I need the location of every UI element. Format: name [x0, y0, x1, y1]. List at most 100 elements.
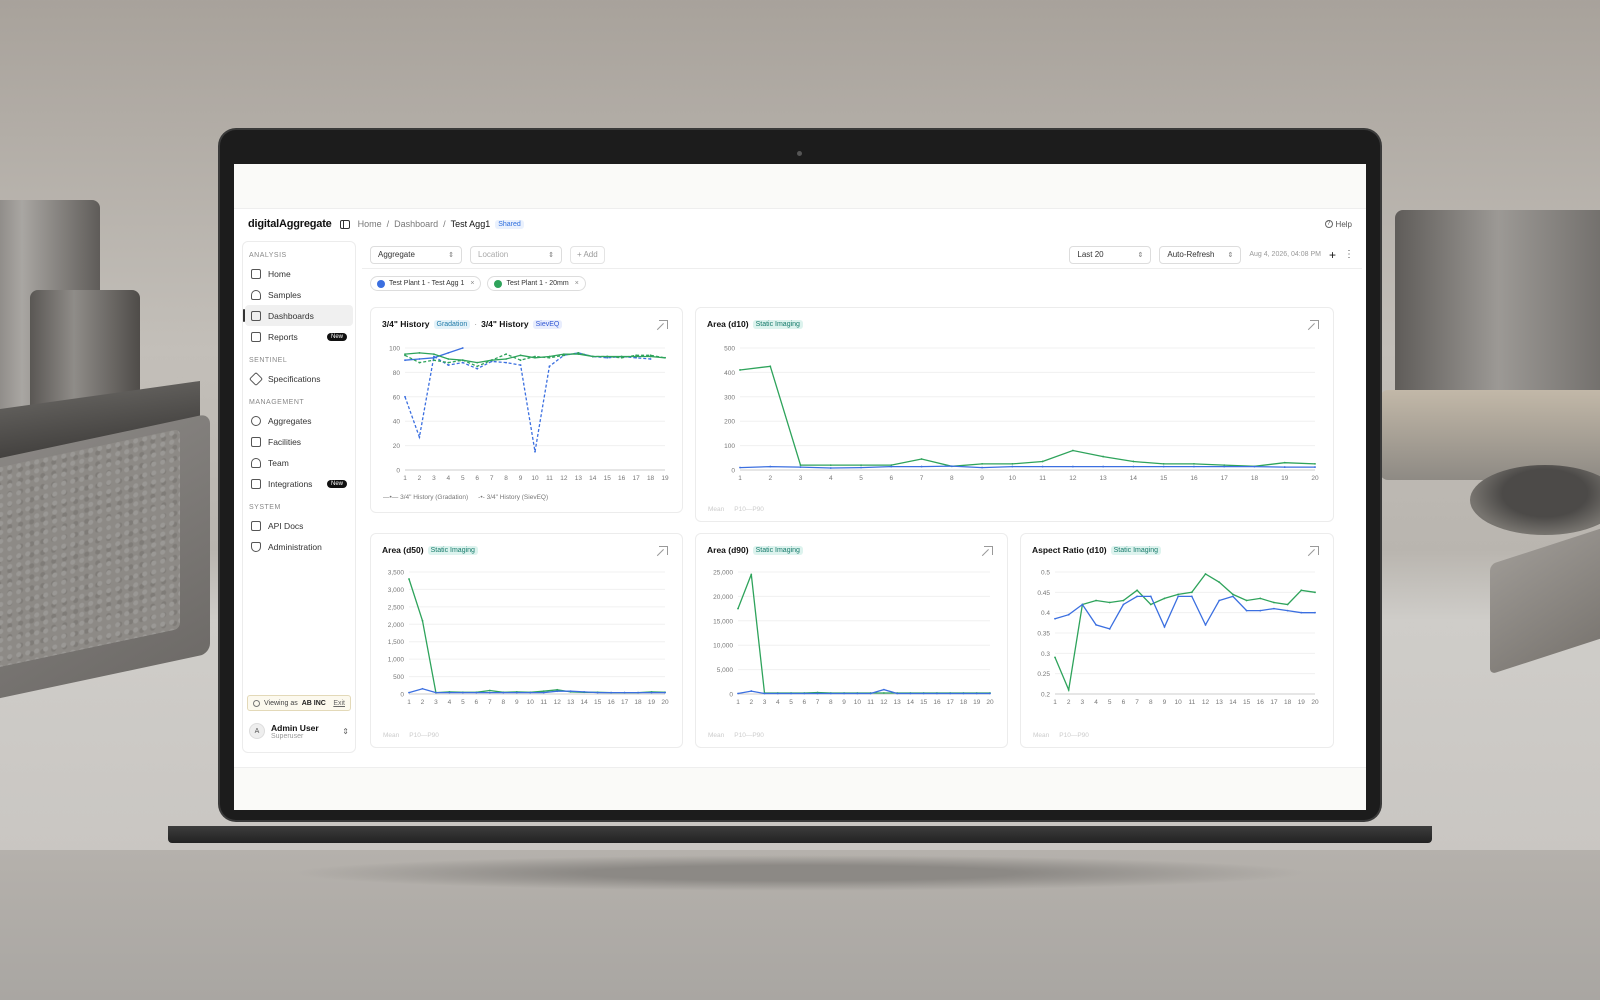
data-point	[936, 692, 938, 695]
data-point	[1218, 599, 1221, 602]
data-point	[1190, 595, 1193, 598]
data-point	[829, 692, 832, 695]
x-tick-label: 13	[575, 475, 583, 482]
data-point	[1193, 463, 1195, 465]
card-title: Area (d50) Static Imaging	[382, 545, 478, 555]
x-tick-label: 6	[890, 475, 894, 482]
expand-icon[interactable]	[659, 546, 668, 555]
x-tick-label: 17	[632, 475, 640, 482]
y-tick-label: 1,500	[388, 639, 405, 646]
data-point	[432, 355, 435, 358]
nav-specifications[interactable]: Specifications	[245, 368, 353, 389]
x-tick-label: 10	[527, 699, 535, 706]
x-tick-label: 19	[648, 699, 656, 706]
data-point	[829, 467, 832, 469]
x-tick-label: 12	[560, 475, 568, 482]
nav-label: Dashboards	[268, 310, 314, 321]
x-tick-label: 2	[421, 699, 425, 706]
add-widget-button[interactable]: +	[1329, 248, 1336, 262]
nav-aggregates[interactable]: Aggregates	[245, 410, 353, 431]
y-tick-label: 100	[724, 443, 735, 450]
x-tick-label: 1	[403, 475, 407, 482]
aggregate-select[interactable]: Aggregate ⇕	[370, 245, 462, 264]
screen: digitalAggregate Home / Dashboard / Test A…	[234, 164, 1366, 810]
laptop-base	[168, 826, 1432, 843]
data-point	[1122, 599, 1125, 602]
data-point	[610, 691, 613, 694]
x-tick-label: 15	[1160, 475, 1168, 482]
data-point	[664, 356, 666, 359]
data-point	[529, 691, 532, 694]
data-point	[769, 365, 772, 368]
sieveq-tag: SievEQ	[532, 319, 563, 329]
breadcrumb-home[interactable]: Home	[358, 219, 382, 229]
sidebar-toggle-icon[interactable]	[339, 219, 350, 229]
building-icon	[251, 436, 261, 447]
expand-icon[interactable]	[659, 320, 668, 329]
breadcrumb-dashboard[interactable]: Dashboard	[394, 219, 438, 229]
card-title: Aspect Ratio (d10) Static Imaging	[1032, 545, 1161, 555]
chip-label: Test Plant 1 - 20mm	[506, 280, 569, 287]
range-select-value: Last 20	[1077, 250, 1104, 259]
nav-label: Samples	[268, 289, 302, 300]
expand-icon[interactable]	[1310, 320, 1319, 329]
nav-integrations[interactable]: Integrations New	[245, 473, 353, 494]
data-point	[1132, 460, 1135, 463]
x-tick-label: 9	[1163, 699, 1167, 706]
app-window: digitalAggregate Home / Dashboard / Test A…	[234, 208, 1366, 768]
x-tick-label: 16	[618, 475, 626, 482]
y-tick-label: 3,000	[388, 587, 405, 594]
x-tick-label: 3	[799, 475, 803, 482]
expand-icon[interactable]	[1310, 546, 1319, 555]
data-point	[502, 691, 505, 694]
data-point	[950, 465, 953, 467]
nav-samples[interactable]: Samples	[245, 284, 353, 305]
data-point	[1314, 611, 1316, 614]
data-point	[505, 353, 508, 355]
data-point	[1218, 581, 1221, 584]
nav-team[interactable]: Team	[245, 452, 353, 473]
add-filter-button[interactable]: + Add	[570, 245, 605, 264]
user-menu[interactable]: A Admin User Superuser ⇕	[247, 716, 351, 746]
nav-administration[interactable]: Administration	[245, 536, 353, 557]
chevron-updown-icon: ⇕	[448, 251, 454, 259]
more-options-icon[interactable]: ⋮	[1344, 249, 1354, 260]
data-point	[1067, 689, 1070, 691]
shared-badge: Shared	[495, 219, 524, 229]
series-chip[interactable]: Test Plant 1 - Test Agg 1 ×	[370, 276, 482, 291]
card-title: Area (d90) Static Imaging	[707, 545, 803, 555]
data-point	[763, 692, 766, 695]
data-point	[1162, 465, 1165, 468]
x-tick-label: 1	[1053, 699, 1057, 706]
auto-refresh-select[interactable]: Auto-Refresh ⇕	[1159, 245, 1242, 264]
x-tick-label: 18	[1284, 699, 1292, 706]
nav-facilities[interactable]: Facilities	[245, 431, 353, 452]
data-point	[432, 353, 435, 355]
data-point	[1149, 595, 1152, 598]
data-point	[737, 607, 739, 610]
x-tick-label: 18	[647, 475, 655, 482]
data-point	[664, 691, 666, 694]
data-point	[1041, 465, 1044, 468]
x-tick-label: 12	[554, 699, 562, 706]
location-select[interactable]: Location ⇕	[470, 245, 562, 264]
data-point	[1162, 463, 1165, 465]
data-point	[1163, 597, 1166, 600]
close-icon[interactable]: ×	[575, 280, 579, 287]
exit-link[interactable]: Exit	[333, 700, 345, 707]
nav-reports[interactable]: Reports New	[245, 326, 353, 347]
expand-icon[interactable]	[984, 546, 993, 555]
close-icon[interactable]: ×	[470, 280, 474, 287]
help-button[interactable]: ? Help	[1324, 220, 1352, 229]
nav-dashboards[interactable]: Dashboards	[243, 305, 353, 326]
range-select[interactable]: Last 20 ⇕	[1069, 245, 1152, 264]
data-point	[1108, 601, 1111, 604]
data-point	[505, 361, 508, 364]
aggregate-icon	[251, 415, 261, 426]
nav-api-docs[interactable]: API Docs	[245, 515, 353, 536]
nav-home[interactable]: Home	[245, 263, 353, 284]
x-tick-label: 11	[1188, 699, 1195, 706]
logo[interactable]: digitalAggregate	[248, 218, 332, 230]
series-chip[interactable]: Test Plant 1 - 20mm ×	[487, 276, 586, 291]
data-point	[637, 691, 639, 694]
